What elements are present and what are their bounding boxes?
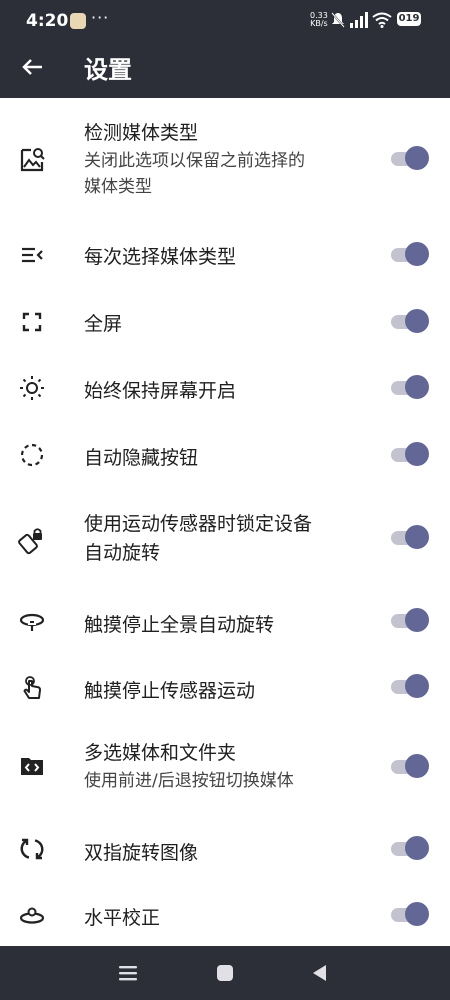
toggle-thumb	[405, 146, 429, 170]
toggle-thumb	[405, 608, 429, 632]
toggle-switch[interactable]	[391, 901, 429, 929]
toggle-thumb	[405, 375, 429, 399]
setting-detect-media-type[interactable]: 检测媒体类型 关闭此选项以保留之前选择的 媒体类型	[0, 112, 450, 214]
notification-app-icon	[70, 13, 86, 29]
toggle-switch[interactable]	[391, 524, 429, 552]
top-bar: 4:20 ··· 0.33 KB/s 019 设置	[0, 0, 450, 98]
setting-title: 自动隐藏按钮	[84, 447, 199, 469]
setting-title: 水平校正	[84, 907, 161, 929]
setting-subtitle-line: 媒体类型	[84, 177, 152, 197]
setting-title: 每次选择媒体类型	[84, 246, 237, 268]
toggle-thumb	[405, 242, 429, 266]
setting-subtitle: 使用前进/后退按钮切换媒体	[84, 771, 294, 791]
fullscreen-icon	[22, 312, 42, 332]
toggle-thumb	[405, 525, 429, 549]
setting-subtitle: 关闭此选项以保留之前选择的 媒体类型	[84, 148, 305, 200]
battery-indicator: 019	[397, 12, 421, 26]
image-search-icon	[20, 148, 45, 172]
setting-fullscreen[interactable]: 全屏	[0, 303, 450, 343]
status-time: 4:20	[26, 11, 69, 31]
toggle-switch[interactable]	[391, 374, 429, 402]
signal-icon	[350, 12, 368, 28]
setting-title: 自动旋转	[84, 542, 161, 564]
toggle-switch[interactable]	[391, 145, 429, 173]
setting-touch-stop-sensor[interactable]: 触摸停止传感器运动	[0, 670, 450, 710]
touch-hand-icon	[23, 676, 41, 699]
status-bar: 4:20 ··· 0.33 KB/s 019	[0, 0, 450, 42]
setting-multi-select[interactable]: 多选媒体和文件夹 使用前进/后退按钮切换媒体	[0, 738, 450, 800]
setting-title: 使用运动传感器时锁定设备	[84, 513, 313, 535]
toggle-switch[interactable]	[391, 753, 429, 781]
setting-two-finger-rotate[interactable]: 双指旋转图像	[0, 832, 450, 872]
toggle-switch[interactable]	[391, 835, 429, 863]
rotate-arrows-icon	[20, 838, 44, 860]
setting-title: 多选媒体和文件夹	[84, 742, 237, 764]
back-arrow-icon[interactable]	[18, 52, 48, 82]
toggle-thumb	[405, 674, 429, 698]
network-speed: 0.33 KB/s	[310, 12, 328, 28]
network-speed-unit: KB/s	[310, 19, 328, 28]
toggle-thumb	[405, 754, 429, 778]
setting-touch-stop-panorama[interactable]: 触摸停止全景自动旋转	[0, 604, 450, 644]
setting-lock-rotation-motion-sensor[interactable]: 使用运动传感器时锁定设备 自动旋转	[0, 506, 450, 576]
setting-ask-media-type[interactable]: 每次选择媒体类型	[0, 235, 450, 275]
setting-horizon-correction[interactable]: 水平校正	[0, 898, 450, 938]
setting-title: 双指旋转图像	[84, 842, 199, 864]
setting-title: 触摸停止传感器运动	[84, 680, 256, 702]
list-arrow-icon	[22, 247, 43, 263]
setting-title: 检测媒体类型	[84, 122, 199, 144]
toggle-thumb	[405, 902, 429, 926]
toggle-thumb	[405, 836, 429, 860]
back-triangle-icon[interactable]	[309, 963, 331, 983]
mute-bell-icon	[331, 12, 345, 28]
toggle-switch[interactable]	[391, 241, 429, 269]
page-title: 设置	[84, 56, 132, 84]
wifi-icon	[372, 12, 392, 28]
setting-auto-hide-buttons[interactable]: 自动隐藏按钮	[0, 437, 450, 477]
dashed-circle-icon	[20, 443, 44, 467]
horizon-level-icon	[19, 907, 45, 924]
brightness-icon	[20, 376, 44, 400]
toggle-switch[interactable]	[391, 308, 429, 336]
home-icon[interactable]	[214, 963, 236, 983]
setting-title: 触摸停止全景自动旋转	[84, 614, 275, 636]
system-nav-bar	[0, 946, 450, 1000]
setting-subtitle-line: 关闭此选项以保留之前选择的	[84, 151, 305, 171]
setting-keep-screen-on[interactable]: 始终保持屏幕开启	[0, 370, 450, 410]
toggle-switch[interactable]	[391, 673, 429, 701]
toggle-switch[interactable]	[391, 607, 429, 635]
toggle-thumb	[405, 442, 429, 466]
screen-lock-rotation-icon	[18, 528, 42, 555]
setting-title: 全屏	[84, 313, 123, 335]
toggle-switch[interactable]	[391, 441, 429, 469]
toggle-thumb	[405, 309, 429, 333]
more-notifications-icon: ···	[91, 8, 110, 27]
settings-list: 检测媒体类型 关闭此选项以保留之前选择的 媒体类型 每次选择媒体类型 全屏 始终…	[0, 98, 450, 946]
menu-icon[interactable]	[117, 963, 139, 983]
panorama-rotate-icon	[19, 613, 45, 631]
setting-title: 始终保持屏幕开启	[84, 380, 237, 402]
folder-arrows-icon	[21, 758, 43, 775]
